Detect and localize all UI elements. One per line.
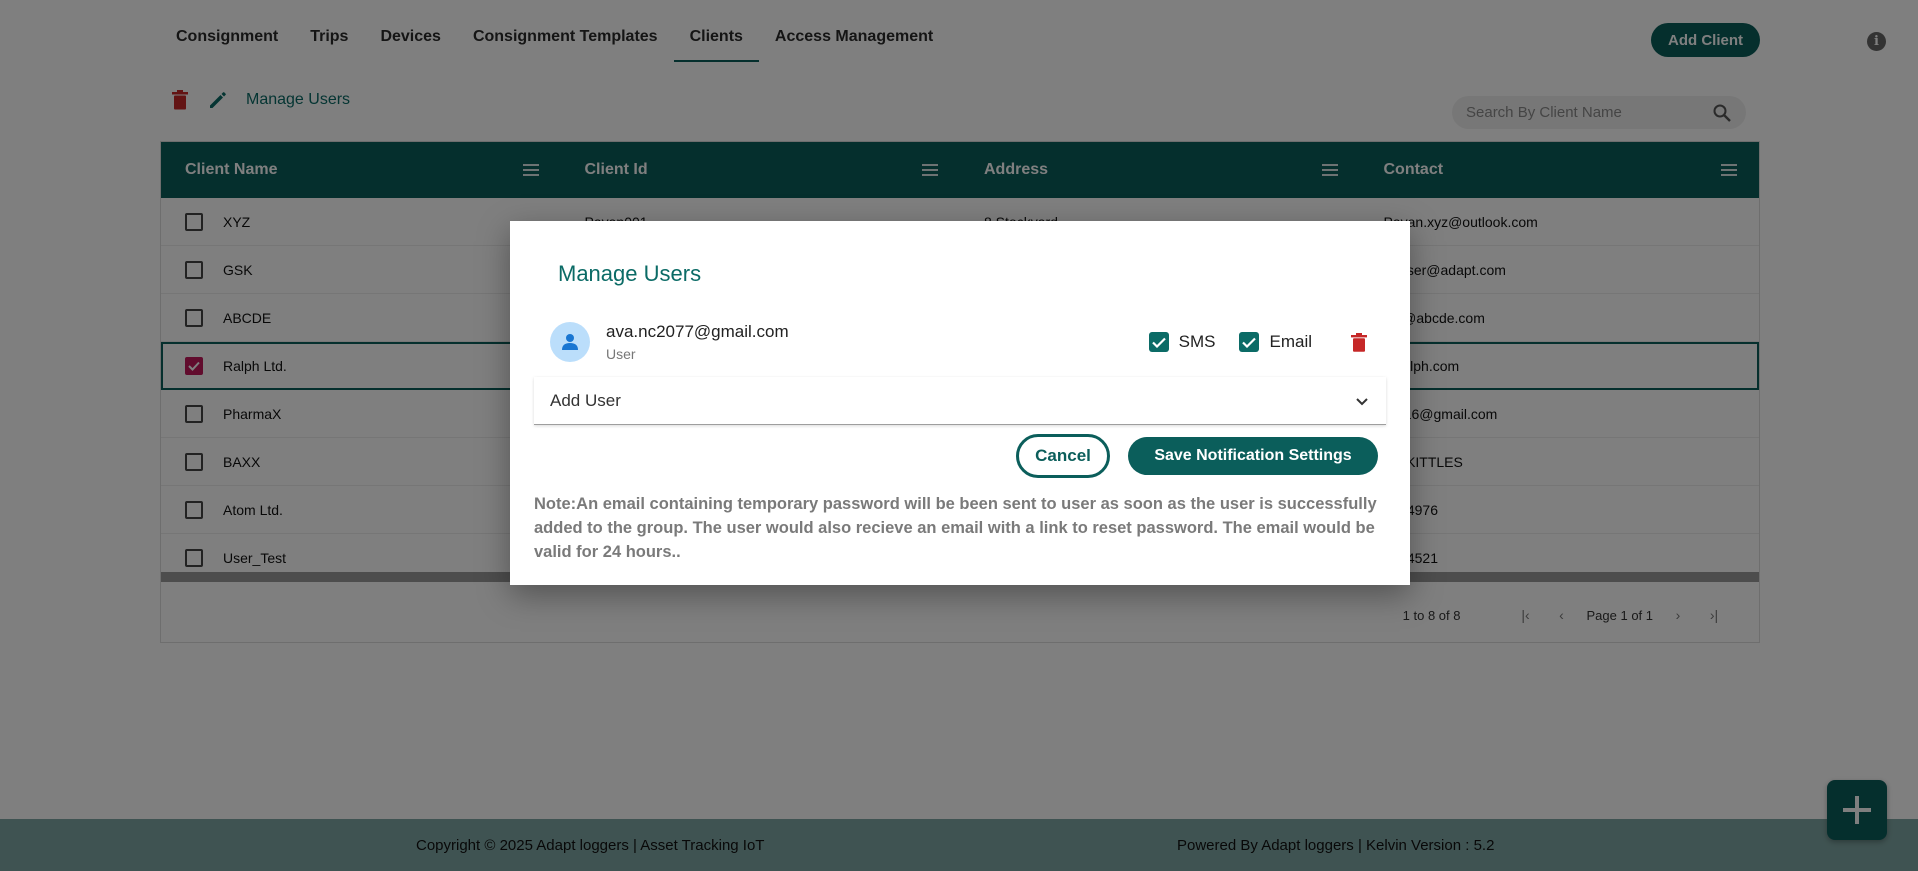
user-email: ava.nc2077@gmail.com: [606, 322, 789, 341]
cancel-button[interactable]: Cancel: [1016, 434, 1110, 478]
manage-users-dialog: Manage Users ava.nc2077@gmail.com User S…: [510, 221, 1410, 585]
user-info: ava.nc2077@gmail.com User: [606, 322, 789, 362]
user-list-item: ava.nc2077@gmail.com User SMS Email: [550, 319, 1370, 365]
save-notification-settings-button[interactable]: Save Notification Settings: [1128, 437, 1378, 475]
user-role: User: [606, 346, 636, 362]
notification-options: SMS Email: [1148, 331, 1370, 353]
add-user-label: Add User: [550, 390, 621, 410]
dialog-title: Manage Users: [558, 261, 702, 286]
dialog-note: Note:An email containing temporary passw…: [534, 495, 1377, 561]
sms-label: SMS: [1178, 332, 1216, 351]
delete-user-icon[interactable]: [1348, 331, 1370, 353]
chevron-down-icon: [1354, 393, 1370, 409]
sms-checkbox[interactable]: [1148, 332, 1169, 352]
add-user-dropdown[interactable]: Add User: [534, 377, 1386, 425]
email-checkbox[interactable]: [1239, 332, 1260, 352]
user-avatar-icon: [550, 322, 590, 362]
email-label: Email: [1269, 332, 1312, 351]
